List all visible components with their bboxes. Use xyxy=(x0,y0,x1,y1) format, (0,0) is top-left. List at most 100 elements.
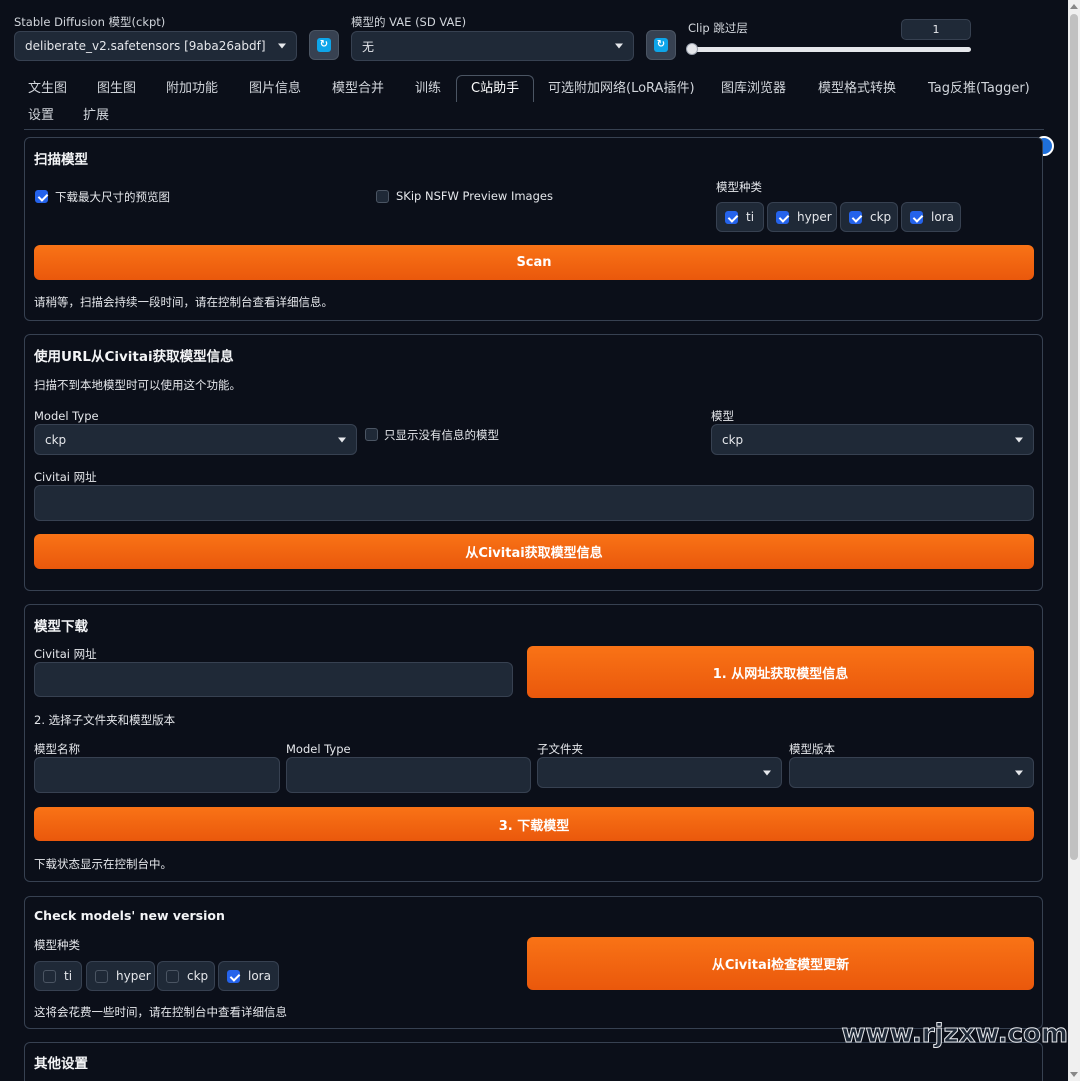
refresh-vae-button[interactable]: ↻ xyxy=(646,30,676,60)
vae-label: 模型的 VAE (SD VAE) xyxy=(351,15,467,29)
version-select[interactable] xyxy=(789,757,1034,788)
only-no-info-label: 只显示没有信息的模型 xyxy=(384,428,499,442)
fetch-info-button[interactable]: 从Civitai获取模型信息 xyxy=(34,534,1034,569)
scan-type-ti-label: ti xyxy=(746,210,755,224)
refresh-icon: ↻ xyxy=(654,38,668,52)
download-model-button[interactable]: 3. 下载模型 xyxy=(34,807,1034,841)
check-type-hyper-label: hyper xyxy=(116,969,151,983)
model-name-input[interactable] xyxy=(34,757,280,793)
scrollbar[interactable] xyxy=(1068,0,1080,1081)
chevron-down-icon xyxy=(763,770,771,775)
ti-checkbox[interactable] xyxy=(725,210,738,224)
download-preview-label: 下载最大尺寸的预览图 xyxy=(55,190,170,204)
check-type-ckp[interactable]: ckp xyxy=(157,961,215,991)
tab-extras[interactable]: 附加功能 xyxy=(166,76,218,102)
model-type-label: Model Type xyxy=(34,409,99,423)
tab-image-browser[interactable]: 图库浏览器 xyxy=(721,76,786,102)
subfolder-label: 子文件夹 xyxy=(537,742,583,756)
tab-img2img[interactable]: 图生图 xyxy=(97,76,136,102)
tab-png-info[interactable]: 图片信息 xyxy=(249,76,301,102)
other-title: 其他设置 xyxy=(34,1056,88,1072)
refresh-checkpoint-button[interactable]: ↻ xyxy=(309,30,339,60)
check-note: 这将会花费一些时间，请在控制台中查看详细信息 xyxy=(34,1005,287,1019)
clip-number-input[interactable]: 1 xyxy=(901,19,971,40)
check-title: Check models' new version xyxy=(34,908,225,923)
scan-type-ckp-label: ckp xyxy=(870,210,892,224)
scan-type-lora-label: lora xyxy=(931,210,954,224)
scan-type-ti[interactable]: ti xyxy=(716,202,764,232)
tab-extensions[interactable]: 扩展 xyxy=(83,103,109,129)
checkpoint-select[interactable]: deliberate_v2.safetensors [9aba26abdf] xyxy=(14,31,297,61)
check-type-lora[interactable]: lora xyxy=(218,961,279,991)
hyper-checkbox[interactable] xyxy=(95,969,108,983)
chevron-down-icon xyxy=(1015,770,1023,775)
scan-panel: 扫描模型 下载最大尺寸的预览图 SKip NSFW Preview Images… xyxy=(24,137,1043,321)
download-type-input[interactable] xyxy=(286,757,531,793)
tab-merge[interactable]: 模型合并 xyxy=(332,76,384,102)
version-label: 模型版本 xyxy=(789,742,835,756)
tab-settings[interactable]: 设置 xyxy=(28,103,54,129)
tab-divider xyxy=(24,129,1044,130)
watermark: www.rjzxw.com xyxy=(841,1019,1069,1050)
checkpoint-label: Stable Diffusion 模型(ckpt) xyxy=(14,15,166,29)
scan-types-label: 模型种类 xyxy=(716,180,762,194)
url-info-desc: 扫描不到本地模型时可以使用这个功能。 xyxy=(34,378,241,392)
clip-slider-handle[interactable] xyxy=(686,43,698,55)
refresh-icon: ↻ xyxy=(317,38,331,52)
check-version-panel: Check models' new version 模型种类 ti hyper … xyxy=(24,896,1043,1029)
check-type-ckp-label: ckp xyxy=(187,969,209,983)
step2-label: 2. 选择子文件夹和模型版本 xyxy=(34,713,176,727)
scroll-down-icon[interactable] xyxy=(1070,1072,1078,1077)
check-type-hyper[interactable]: hyper xyxy=(86,961,155,991)
model-value: ckp xyxy=(722,432,744,447)
url-info-panel: 使用URL从Civitai获取模型信息 扫描不到本地模型时可以使用这个功能。 M… xyxy=(24,334,1043,591)
subfolder-select[interactable] xyxy=(537,757,782,788)
download-preview-checkbox[interactable] xyxy=(35,190,48,203)
lora-checkbox[interactable] xyxy=(910,210,923,224)
scan-type-hyper[interactable]: hyper xyxy=(767,202,837,232)
scan-title: 扫描模型 xyxy=(34,152,88,168)
check-updates-button[interactable]: 从Civitai检查模型更新 xyxy=(527,937,1034,990)
tab-model-convert[interactable]: 模型格式转换 xyxy=(818,76,896,102)
hyper-checkbox[interactable] xyxy=(776,210,789,224)
only-no-info-checkbox[interactable] xyxy=(365,428,378,441)
chevron-down-icon xyxy=(615,43,623,49)
ti-checkbox[interactable] xyxy=(43,969,56,983)
ckp-checkbox[interactable] xyxy=(166,969,179,983)
tab-tagger[interactable]: Tag反推(Tagger) xyxy=(928,76,1030,102)
check-type-ti[interactable]: ti xyxy=(34,961,82,991)
download-url-input[interactable] xyxy=(34,662,513,697)
download-title: 模型下载 xyxy=(34,619,88,635)
check-types-label: 模型种类 xyxy=(34,938,80,952)
chevron-down-icon xyxy=(338,437,346,442)
ckp-checkbox[interactable] xyxy=(849,210,862,224)
clip-slider[interactable] xyxy=(686,43,971,55)
download-panel: 模型下载 Civitai 网址 1. 从网址获取模型信息 2. 选择子文件夹和模… xyxy=(24,604,1043,882)
skip-nsfw-label: SKip NSFW Preview Images xyxy=(396,189,553,203)
scan-type-ckp[interactable]: ckp xyxy=(840,202,898,232)
tab-train[interactable]: 训练 xyxy=(415,76,441,102)
scrollbar-thumb[interactable] xyxy=(1070,14,1078,860)
civitai-url-input[interactable] xyxy=(34,485,1034,521)
lora-checkbox[interactable] xyxy=(227,969,240,983)
model-type-select[interactable]: ckp xyxy=(34,424,357,455)
checkpoint-value: deliberate_v2.safetensors [9aba26abdf] xyxy=(25,39,266,53)
model-select[interactable]: ckp xyxy=(711,424,1034,455)
scroll-up-icon[interactable] xyxy=(1070,4,1078,9)
tab-additional-networks[interactable]: 可选附加网络(LoRA插件) xyxy=(548,76,695,102)
fetch-from-url-button[interactable]: 1. 从网址获取模型信息 xyxy=(527,646,1034,698)
model-label: 模型 xyxy=(711,409,734,423)
check-type-lora-label: lora xyxy=(248,969,271,983)
scan-button[interactable]: Scan xyxy=(34,245,1034,280)
skip-nsfw-checkbox[interactable] xyxy=(376,190,389,203)
vae-value: 无 xyxy=(362,39,375,54)
check-type-ti-label: ti xyxy=(64,969,73,983)
download-status: 下载状态显示在控制台中。 xyxy=(34,857,172,871)
tab-txt2img[interactable]: 文生图 xyxy=(28,76,67,102)
vae-select[interactable]: 无 xyxy=(351,31,634,61)
scan-type-hyper-label: hyper xyxy=(797,210,832,224)
tab-civitai-helper[interactable]: C站助手 xyxy=(456,75,535,102)
url-label: Civitai 网址 xyxy=(34,470,97,484)
scan-type-lora[interactable]: lora xyxy=(901,202,961,232)
chevron-down-icon xyxy=(1015,437,1023,442)
